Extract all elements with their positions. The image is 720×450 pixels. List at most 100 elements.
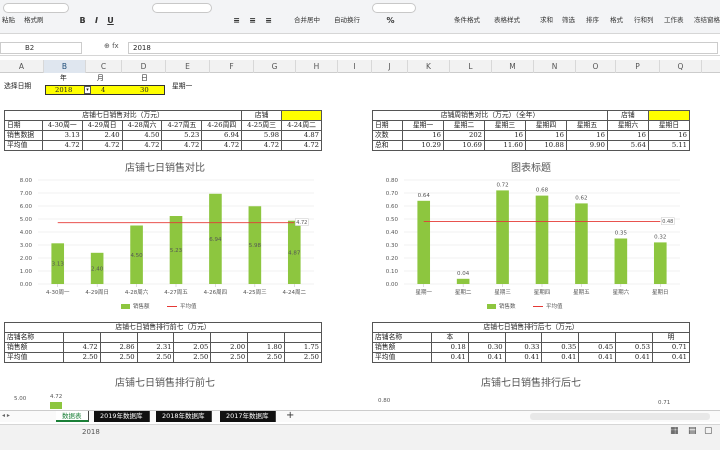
table-cell[interactable]: 星期五 xyxy=(565,120,608,131)
table-cell[interactable]: 16 xyxy=(402,130,444,141)
table-cell[interactable]: 0.33 xyxy=(504,342,543,353)
table-cell[interactable]: 0.41 xyxy=(578,352,617,363)
table-cell[interactable]: 4-29周日 xyxy=(81,120,123,131)
table-cell[interactable]: 16 xyxy=(483,130,526,141)
table-cell[interactable]: 4.50 xyxy=(121,130,163,141)
table-cell[interactable] xyxy=(541,332,580,343)
table-cell[interactable] xyxy=(284,332,322,343)
table-cell[interactable]: 2.40 xyxy=(81,130,123,141)
table-cell[interactable]: 店铺名称 xyxy=(372,332,432,343)
table-cell[interactable]: 4.72 xyxy=(161,140,203,151)
wrap-text-button[interactable]: 自动换行 xyxy=(334,14,360,24)
tab-data-sheet[interactable]: 数据表 xyxy=(56,411,89,422)
year-dropdown-icon[interactable]: ▾ xyxy=(84,86,91,94)
chart2-bar[interactable] xyxy=(417,200,431,284)
table-cell[interactable]: 2.50 xyxy=(136,352,175,363)
table-cell[interactable]: 4-28周六 xyxy=(121,120,163,131)
table-cell[interactable]: 平均值 xyxy=(4,140,43,151)
table-cell[interactable]: 1.75 xyxy=(284,342,322,353)
column-header-b[interactable]: B xyxy=(44,60,86,73)
merge-center-button[interactable]: 合并居中 xyxy=(294,14,320,24)
table-cell[interactable]: 2.86 xyxy=(99,342,138,353)
sort-button[interactable]: 排序 xyxy=(586,14,599,24)
table-cell[interactable]: 明 xyxy=(652,332,690,343)
percent-button[interactable]: % xyxy=(386,16,395,25)
table-cell[interactable]: 16 xyxy=(524,130,567,141)
table-cell[interactable]: 0.71 xyxy=(652,342,690,353)
table-cell[interactable]: 销售额 xyxy=(372,342,432,353)
table-cell[interactable]: 次数 xyxy=(371,130,404,141)
freeze-panes-button[interactable]: 冻结窗格 xyxy=(694,14,720,24)
table-cell[interactable]: 销售额 xyxy=(4,342,64,353)
table-cell[interactable]: 5.23 xyxy=(161,130,203,141)
align-right-icon[interactable]: ≡ xyxy=(264,16,273,25)
year-input[interactable]: 2018 xyxy=(55,86,72,95)
font-family-dropdown[interactable] xyxy=(3,3,69,13)
column-header-d[interactable]: D xyxy=(122,60,166,73)
table-cell[interactable]: 星期六 xyxy=(606,120,649,131)
formula-input[interactable]: 2018 xyxy=(128,42,718,54)
table-cell[interactable]: 销售数据 xyxy=(4,130,43,141)
column-header-h[interactable]: H xyxy=(296,60,338,73)
column-header-n[interactable]: N xyxy=(534,60,576,73)
tab-nav-icon[interactable]: ◂ ▸ xyxy=(2,412,10,419)
column-header-q[interactable]: Q xyxy=(660,60,702,73)
table-cell[interactable]: 店铺名称 xyxy=(4,332,64,343)
table-cell[interactable]: 星期四 xyxy=(524,120,567,131)
table-cell[interactable]: 2.31 xyxy=(136,342,175,353)
table-cell[interactable]: 2.50 xyxy=(247,352,286,363)
table-cell[interactable]: 5.64 xyxy=(606,140,649,151)
table-cell[interactable]: 0.45 xyxy=(578,342,617,353)
table-cell[interactable]: 0.53 xyxy=(615,342,654,353)
store-selector-cell[interactable] xyxy=(281,110,322,121)
paste-button[interactable]: 粘贴 xyxy=(2,14,15,24)
table-cell[interactable] xyxy=(62,332,101,343)
table-cell[interactable]: 总和 xyxy=(371,140,404,151)
column-header-e[interactable]: E xyxy=(166,60,210,73)
month-input[interactable]: 4 xyxy=(101,86,105,95)
table-cell[interactable] xyxy=(136,332,175,343)
table-cell[interactable] xyxy=(467,332,506,343)
table-cell[interactable]: 2.00 xyxy=(210,342,249,353)
tab-2017-db[interactable]: 2017年数据库 xyxy=(220,411,276,422)
table-cell[interactable]: 4-26周四 xyxy=(201,120,243,131)
table-cell[interactable]: 4-24周二 xyxy=(281,120,322,131)
column-header-m[interactable]: M xyxy=(492,60,534,73)
table-cell[interactable]: 10.88 xyxy=(524,140,567,151)
table-cell[interactable]: 日期 xyxy=(4,120,43,131)
chart2-bar[interactable] xyxy=(535,195,549,284)
row-col-button[interactable]: 行和列 xyxy=(634,14,654,24)
table-cell[interactable]: 2.50 xyxy=(210,352,249,363)
table-cell[interactable] xyxy=(504,332,543,343)
table-cell[interactable]: 16 xyxy=(565,130,608,141)
horizontal-scrollbar[interactable] xyxy=(530,413,710,420)
view-normal-icon[interactable]: ▦ xyxy=(670,426,679,436)
table-cell[interactable]: 4-25周三 xyxy=(241,120,283,131)
table-cell[interactable]: 10.29 xyxy=(402,140,444,151)
table-cell[interactable] xyxy=(578,332,617,343)
table-cell[interactable]: 0.41 xyxy=(652,352,690,363)
sum-button[interactable]: 求和 xyxy=(540,14,553,24)
column-header-o[interactable]: O xyxy=(576,60,616,73)
table-cell[interactable]: 4.72 xyxy=(281,140,322,151)
font-size-dropdown[interactable] xyxy=(152,3,212,13)
table-cell[interactable]: 0.18 xyxy=(430,342,469,353)
chart2-bar[interactable] xyxy=(496,190,509,284)
table-cell[interactable]: 4.72 xyxy=(121,140,163,151)
column-header-a[interactable]: A xyxy=(0,60,44,73)
name-box[interactable]: B2 xyxy=(0,42,82,54)
column-header-k[interactable]: K xyxy=(408,60,450,73)
table-cell[interactable]: 4-30周一 xyxy=(41,120,83,131)
table-cell[interactable]: 0.41 xyxy=(467,352,506,363)
chart-weekly-sales[interactable]: 图表标题 0.80 0.70 0.60 0.50 0.40 0.30 0.20 0.10 0.00… xyxy=(370,156,692,316)
chart2-bar[interactable] xyxy=(575,203,588,284)
column-header-p[interactable]: P xyxy=(616,60,660,73)
table-cell[interactable]: 16 xyxy=(606,130,649,141)
column-header-l[interactable]: L xyxy=(450,60,492,73)
table-cell[interactable]: 星期二 xyxy=(443,120,485,131)
chart2-bar[interactable] xyxy=(614,238,628,285)
table-cell[interactable]: 4.72 xyxy=(41,140,83,151)
table-cell[interactable] xyxy=(210,332,249,343)
chart-seven-day-sales[interactable]: 店铺七日销售对比 8.00 7.00 6.00 5.00 4.00 3.00 2.00 1.00… xyxy=(4,156,326,316)
align-center-icon[interactable]: ≡ xyxy=(248,16,257,25)
